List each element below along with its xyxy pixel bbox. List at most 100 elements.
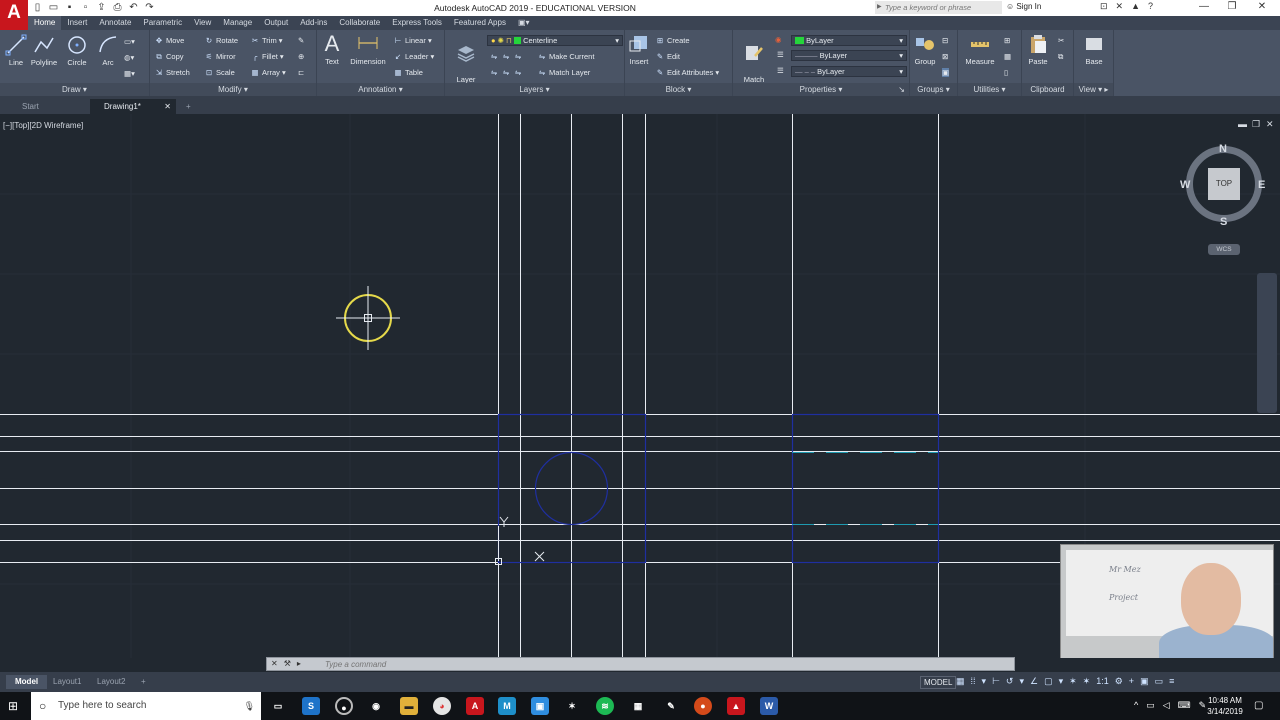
viewport-controls-label[interactable]: [−][Top][2D Wireframe] <box>3 121 83 130</box>
panel-title-modify[interactable]: Modify ▾ <box>150 83 316 96</box>
application-menu-button[interactable]: A <box>0 0 28 30</box>
calculator-icon[interactable]: ▦ <box>1004 52 1011 61</box>
window-app-icon[interactable]: ▣ <box>531 697 549 715</box>
snap-icon[interactable]: ⁞⁞ <box>971 676 976 687</box>
layer-tools-row2[interactable]: ⇋ ⇋ ⇋ <box>489 68 525 77</box>
compass-east[interactable]: E <box>1258 179 1265 191</box>
text-button[interactable]: A Text <box>321 33 343 67</box>
taskbar-clock[interactable]: 10:48 AM 3/14/2019 <box>1200 695 1250 717</box>
command-input[interactable] <box>325 659 1005 670</box>
yellow-circle[interactable] <box>336 286 400 350</box>
tab-add-ins[interactable]: Add-ins <box>294 16 333 30</box>
lineweight-dropdown[interactable]: ——— ByLayer ▾ <box>791 50 907 61</box>
viewcube-top-face[interactable]: TOP <box>1208 168 1240 200</box>
insert-button[interactable]: Insert <box>627 33 651 66</box>
task-view-icon[interactable]: ▭ <box>269 697 287 715</box>
file-tab-start[interactable]: Start <box>8 99 53 114</box>
recent-commands-icon[interactable]: ▸ <box>297 659 301 668</box>
measure-button[interactable]: Measure <box>960 33 1000 66</box>
calculator-app-icon[interactable]: ▦ <box>629 697 647 715</box>
ortho-icon[interactable]: ▾ <box>982 676 987 687</box>
drawing-viewport[interactable]: [−][Top][2D Wireframe] ▬ ❐ ✕ TOP N S E W… <box>0 114 1280 658</box>
dimension-button[interactable]: Dimension <box>347 33 389 66</box>
autocad-app-icon[interactable]: A <box>466 697 484 715</box>
tab-home[interactable]: Home <box>28 16 62 30</box>
hatch-icon[interactable]: ◍▾ <box>124 53 134 62</box>
help-search-input[interactable]: Type a keyword or phrase <box>875 1 1002 14</box>
moviemaker-icon[interactable]: M <box>498 697 516 715</box>
scale-button[interactable]: ⊡ Scale <box>204 68 235 77</box>
group-edit-icon[interactable]: ⊠ <box>942 52 948 61</box>
fillet-button[interactable]: ╭ Fillet ▾ <box>250 52 284 61</box>
customization-icon[interactable]: ≡ <box>1169 676 1174 687</box>
clean-screen-icon[interactable]: ▭ <box>1155 676 1164 687</box>
copy-button[interactable]: ⧉ Copy <box>154 52 183 62</box>
polyline-button[interactable]: Polyline <box>30 34 58 67</box>
layer-tools-row1[interactable]: ⇋ ⇋ ⇋ <box>489 52 525 61</box>
dynamic-input-icon[interactable]: ⊢ <box>992 676 1000 687</box>
tab-featured-apps[interactable]: Featured Apps <box>448 16 512 30</box>
tab-manage[interactable]: Manage <box>217 16 258 30</box>
network-icon[interactable]: ▭ <box>1146 700 1155 711</box>
viewcube[interactable]: TOP N S E W <box>1180 140 1268 230</box>
tab-parametric[interactable]: Parametric <box>137 16 188 30</box>
panel-title-properties[interactable]: Properties ▾ ↘ <box>733 83 909 96</box>
viewport-restore-icon[interactable]: ❐ <box>1252 119 1260 130</box>
layout-tab-layout1[interactable]: Layout1 <box>44 675 90 689</box>
close-command-line-icon[interactable]: ✕ <box>271 659 278 668</box>
compass-north[interactable]: N <box>1219 143 1227 155</box>
edit-block-button[interactable]: ✎ Edit <box>655 52 680 61</box>
settings-gear-icon[interactable]: ⚙ <box>1115 676 1123 687</box>
move-button[interactable]: ✥ Move <box>154 36 185 45</box>
rotate-button[interactable]: ↻ Rotate <box>204 36 238 45</box>
cut-icon[interactable]: ✂ <box>1058 36 1064 45</box>
group-select-icon[interactable]: ▣ <box>942 68 950 77</box>
keyboard-icon[interactable]: ⌨ <box>1178 700 1191 711</box>
cart-icon[interactable]: ⊡ <box>1100 1 1108 12</box>
acrobat-icon[interactable]: ▲ <box>727 697 745 715</box>
paint-icon[interactable]: ✎ <box>662 697 680 715</box>
customize-icon[interactable]: ⚒ <box>284 659 291 668</box>
viewport-close-icon[interactable]: ✕ <box>1266 119 1274 130</box>
panel-title-groups[interactable]: Groups ▾ <box>910 83 957 96</box>
linetype-dropdown[interactable]: — – – ByLayer ▾ <box>791 66 907 77</box>
navigation-bar[interactable] <box>1257 273 1277 413</box>
panel-title-clipboard[interactable]: Clipboard <box>1022 83 1073 96</box>
tab-output[interactable]: Output <box>258 16 294 30</box>
make-current-button[interactable]: ⇋ Make Current <box>537 52 595 61</box>
compass-west[interactable]: W <box>1180 179 1190 191</box>
annotation-scale[interactable]: 1:1 <box>1096 676 1109 687</box>
layout-tab-model[interactable]: Model <box>6 675 48 689</box>
spotify-icon[interactable]: ≋ <box>596 697 614 715</box>
explode-icon[interactable]: ⊕ <box>298 52 304 61</box>
polar-tracking-icon[interactable]: ↺ <box>1006 676 1014 687</box>
panel-title-layers[interactable]: Layers ▾ <box>445 83 624 96</box>
match-layer-button[interactable]: ⇋ Match Layer <box>537 68 590 77</box>
close-tab-icon[interactable]: ✕ <box>164 99 171 114</box>
auto-scale-icon[interactable]: ✶ <box>1083 676 1091 687</box>
stay-connected-icon[interactable]: ▲ <box>1131 1 1140 12</box>
lineweight-icon[interactable]: ☰ <box>777 50 784 59</box>
ungroup-icon[interactable]: ⊟ <box>942 36 948 45</box>
panel-title-view[interactable]: View ▾ ▸ <box>1074 83 1113 96</box>
windows-start-icon[interactable]: ⊞ <box>8 699 18 713</box>
erase-icon[interactable]: ✎ <box>298 36 304 45</box>
file-explorer-icon[interactable]: ▬ <box>400 697 418 715</box>
file-tab-drawing1[interactable]: Drawing1* ✕ <box>90 99 176 114</box>
arc-button[interactable]: Arc <box>96 34 120 67</box>
model-space-button[interactable]: MODEL <box>920 676 957 689</box>
viewport-minimize-icon[interactable]: ▬ <box>1238 119 1247 129</box>
color-dropdown[interactable]: ByLayer ▾ <box>791 35 907 46</box>
array-draw-icon[interactable]: ▦▾ <box>124 69 135 78</box>
panel-title-utilities[interactable]: Utilities ▾ <box>958 83 1021 96</box>
table-button[interactable]: ▦ Table <box>393 68 422 77</box>
chevron-up-icon[interactable]: ^ <box>1134 700 1138 711</box>
sign-in-button[interactable]: ☺ Sign In <box>1006 2 1041 11</box>
id-point-icon[interactable]: ▯ <box>1004 68 1008 77</box>
stretch-button[interactable]: ⇲ Stretch <box>154 68 190 77</box>
close-button[interactable]: ✕ <box>1252 1 1272 12</box>
media-app-icon[interactable]: ● <box>694 697 712 715</box>
base-button[interactable]: Base <box>1078 33 1110 66</box>
linetype-icon[interactable]: ☰ <box>777 66 784 75</box>
grid-icon[interactable]: ▦ <box>956 676 965 687</box>
